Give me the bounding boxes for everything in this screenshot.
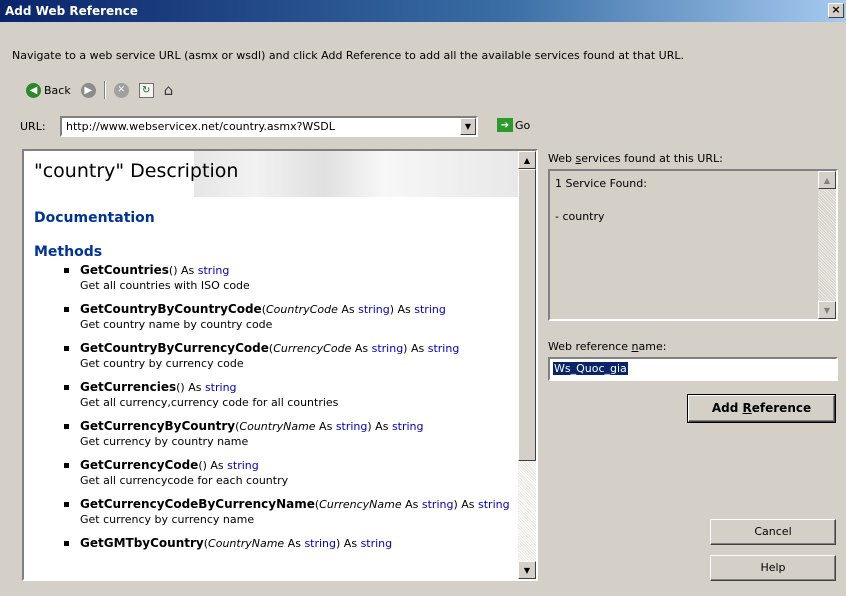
services-count-text: 1 Service Found: <box>555 177 647 190</box>
cancel-button[interactable]: Cancel <box>710 519 836 545</box>
scroll-thumb[interactable] <box>518 169 536 461</box>
method-description: Get all countries with ISO code <box>80 279 250 292</box>
services-found-label: Web services found at this URL: <box>548 152 723 165</box>
services-scrollbar[interactable]: ▲ ▼ <box>818 171 836 319</box>
method-param-name: CountryName <box>208 537 285 550</box>
method-name: GetCurrencyCode <box>80 458 199 472</box>
refresh-icon: ↻ <box>138 82 154 98</box>
description-header: "country" Description <box>24 151 518 197</box>
method-item: GetCountryByCurrencyCode(CurrencyCode As… <box>24 341 518 371</box>
method-name: GetCountryByCurrencyCode <box>80 341 269 355</box>
chevron-up-icon: ▲ <box>523 155 531 165</box>
param-type-link[interactable]: string <box>358 303 390 316</box>
return-type-link[interactable]: string <box>361 537 393 550</box>
method-item: GetCurrencyCode() As string Get all curre… <box>24 458 518 488</box>
scroll-down-button[interactable]: ▼ <box>518 561 536 579</box>
return-type-link[interactable]: string <box>478 498 510 511</box>
return-type-link[interactable]: string <box>392 420 424 433</box>
method-item: GetGMTbyCountry(CountryName As string) A… <box>24 536 518 551</box>
chevron-down-icon: ▼ <box>464 122 472 131</box>
url-input[interactable]: http://www.webservicex.net/country.asmx?… <box>62 120 460 133</box>
method-param-name: CountryName <box>239 420 316 433</box>
method-item: GetCurrencies() As string Get all currenc… <box>24 380 518 410</box>
method-description: Get currency by currency name <box>80 513 255 526</box>
back-arrow-icon: ◀ <box>26 82 41 98</box>
chevron-down-icon: ▼ <box>823 305 831 315</box>
return-type-link[interactable]: string <box>198 264 230 277</box>
method-item: GetCountryByCountryCode(CountryCode As s… <box>24 302 518 332</box>
url-combobox[interactable]: http://www.webservicex.net/country.asmx?… <box>60 116 478 137</box>
method-item: GetCountries() As string Get all countrie… <box>24 263 518 293</box>
reference-name-value: Ws_Quoc_gia <box>553 362 628 375</box>
forward-button[interactable]: ▶ <box>79 80 98 100</box>
method-name: GetCurrencyByCountry <box>80 419 236 433</box>
return-type-link[interactable]: string <box>227 459 259 472</box>
method-description: Get country by currency code <box>80 357 244 370</box>
go-arrow-icon: ➔ <box>497 118 513 132</box>
method-param-name: CurrencyName <box>319 498 402 511</box>
home-button[interactable]: ⌂ <box>162 80 176 100</box>
service-item: - country <box>555 210 605 223</box>
method-param-name: CountryCode <box>266 303 338 316</box>
reference-name-label: Web reference name: <box>548 340 667 353</box>
back-label: Back <box>44 83 71 97</box>
go-label: Go <box>515 118 531 132</box>
web-reference-name-input[interactable]: Ws_Quoc_gia <box>548 357 838 381</box>
stop-button[interactable]: ✕ <box>112 80 131 100</box>
method-name: GetCurrencies <box>80 380 177 394</box>
browser-content: "country" Description Documentation Meth… <box>24 151 518 579</box>
method-name: GetCurrencyCodeByCurrencyName <box>80 497 315 511</box>
instruction-text: Navigate to a web service URL (asmx or w… <box>12 49 684 62</box>
scroll-down-button[interactable]: ▼ <box>818 301 836 319</box>
return-type-link[interactable]: string <box>205 381 237 394</box>
stop-icon: ✕ <box>113 82 129 98</box>
chevron-down-icon: ▼ <box>523 565 531 575</box>
browser-scrollbar[interactable]: ▲ ▼ <box>518 151 536 579</box>
services-found-list[interactable]: 1 Service Found: - country ▲ ▼ <box>548 169 838 321</box>
url-label: URL: <box>20 120 46 133</box>
chevron-up-icon: ▲ <box>823 175 831 185</box>
return-type-link[interactable]: string <box>414 303 446 316</box>
method-name: GetCountryByCountryCode <box>80 302 262 316</box>
method-description: Get country name by country code <box>80 318 273 331</box>
url-dropdown-button[interactable]: ▼ <box>460 118 476 135</box>
method-name: GetGMTbyCountry <box>80 536 204 550</box>
method-param-name: CurrencyCode <box>273 342 352 355</box>
help-button[interactable]: Help <box>710 555 836 581</box>
refresh-button[interactable]: ↻ <box>137 80 156 100</box>
methods-list: GetCountries() As string Get all countrie… <box>24 263 518 551</box>
param-type-link[interactable]: string <box>304 537 336 550</box>
method-name: GetCountries <box>80 263 169 277</box>
method-description: Get currency by country name <box>80 435 249 448</box>
service-description-browser[interactable]: "country" Description Documentation Meth… <box>22 149 538 581</box>
documentation-heading: Documentation <box>34 210 155 226</box>
return-type-link[interactable]: string <box>428 342 460 355</box>
scroll-up-button[interactable]: ▲ <box>818 171 836 189</box>
param-type-link[interactable]: string <box>372 342 404 355</box>
method-item: GetCurrencyCodeByCurrencyName(CurrencyNa… <box>24 497 518 527</box>
title-bar: Add Web Reference × <box>0 0 846 22</box>
method-description: Get all currency,currency code for all c… <box>80 396 339 409</box>
window-title: Add Web Reference <box>5 4 138 18</box>
go-button[interactable]: ➔ Go <box>497 118 530 132</box>
method-item: GetCurrencyByCountry(CountryName As stri… <box>24 419 518 449</box>
methods-heading: Methods <box>34 244 103 260</box>
method-description: Get all currencycode for each country <box>80 474 289 487</box>
param-type-link[interactable]: string <box>336 420 368 433</box>
home-icon: ⌂ <box>163 80 174 99</box>
forward-arrow-icon: ▶ <box>80 82 96 98</box>
navigation-toolbar: ◀ Back ▶ ✕ ↻ ⌂ <box>24 79 175 101</box>
toolbar-separator <box>103 81 106 99</box>
back-button[interactable]: ◀ Back <box>24 80 73 100</box>
description-title: "country" Description <box>34 160 239 182</box>
scroll-up-button[interactable]: ▲ <box>518 151 536 169</box>
close-button[interactable]: × <box>828 3 844 18</box>
add-reference-button[interactable]: Add Reference <box>687 394 836 423</box>
param-type-link[interactable]: string <box>422 498 454 511</box>
